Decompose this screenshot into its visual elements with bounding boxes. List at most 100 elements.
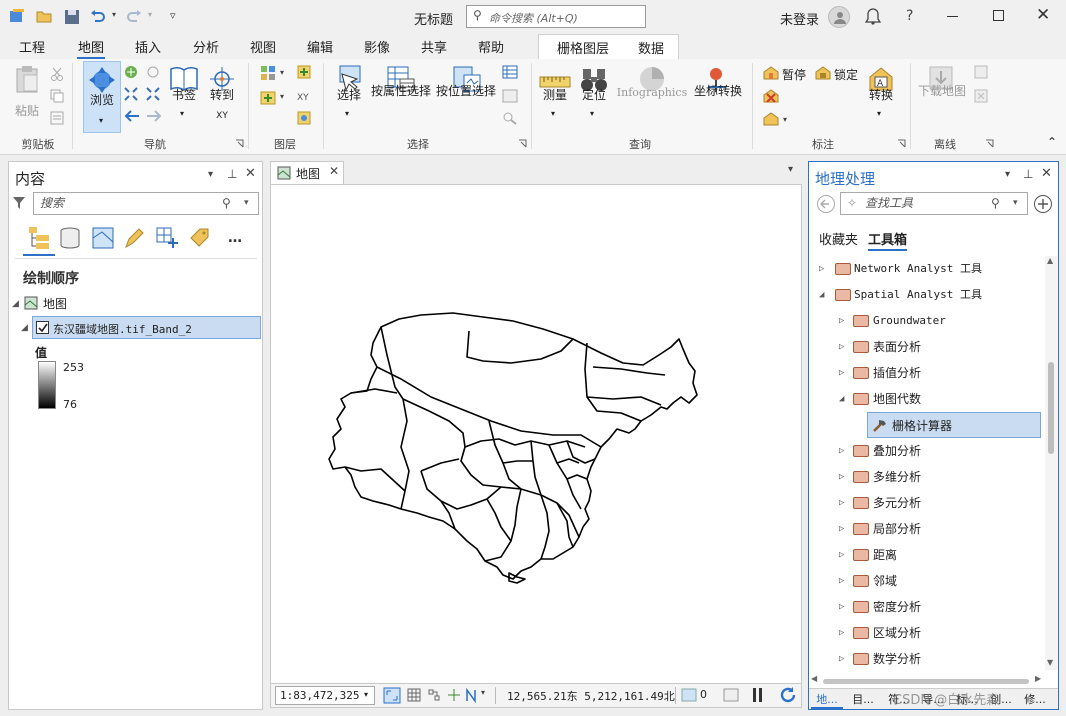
expand-arrow-icon[interactable]: ▷ <box>839 334 844 360</box>
vertical-scrollbar[interactable]: ▲ ▼ <box>1045 256 1057 670</box>
infographics-button[interactable]: Infographics <box>614 63 690 127</box>
pin-icon[interactable]: ⊥ <box>227 167 237 181</box>
selected-features-icon[interactable] <box>681 688 697 702</box>
tab-project[interactable]: 工程 <box>18 37 46 59</box>
snapping-icon[interactable] <box>427 688 441 702</box>
collapse-arrow-icon[interactable]: ◢ <box>819 282 824 308</box>
tree-item[interactable]: ◢ 地图代数 <box>809 386 1045 412</box>
tree-item[interactable]: ▷ 局部分析 <box>809 516 1045 542</box>
collapse-arrow-icon[interactable]: ◢ <box>12 299 19 309</box>
measure-button[interactable]: 测量 ▾ <box>536 63 574 127</box>
scrollbar-thumb[interactable] <box>1048 362 1054 454</box>
tab-insert[interactable]: 插入 <box>134 37 162 59</box>
list-by-drawing-order-tab[interactable] <box>23 224 55 256</box>
tree-item[interactable]: ▷ Groundwater <box>809 308 1045 334</box>
tree-item[interactable]: ▷ 叠加分析 <box>809 438 1045 464</box>
dialog-launcher-icon[interactable] <box>985 139 994 148</box>
unplaced-labels-icon[interactable] <box>762 89 780 103</box>
previous-extent-icon[interactable] <box>124 109 140 123</box>
command-search-box[interactable]: ⚲ 命令搜索 (Alt+Q) <box>466 5 646 28</box>
remove-offline-icon[interactable] <box>974 89 988 103</box>
avatar[interactable] <box>828 6 850 28</box>
filter-icon[interactable] <box>12 196 26 210</box>
tab-favorites[interactable]: 收藏夹 <box>819 229 858 248</box>
tab-share[interactable]: 共享 <box>420 37 448 59</box>
more-options-icon[interactable]: … <box>228 230 242 246</box>
map-name[interactable]: 地图 <box>43 295 67 312</box>
convert-coordinates-button[interactable]: 坐标转换 <box>692 63 744 127</box>
chevron-down-icon[interactable]: ▾ <box>481 688 485 697</box>
map-canvas[interactable] <box>270 184 802 684</box>
goto-xy-button[interactable]: 转到 XY <box>204 63 240 125</box>
scroll-up-icon[interactable]: ▲ <box>1047 256 1053 265</box>
collapse-arrow-icon[interactable]: ◢ <box>839 386 844 412</box>
redo-icon[interactable] <box>126 9 142 23</box>
h-scrollbar-thumb[interactable] <box>823 679 1029 684</box>
expand-arrow-icon[interactable]: ▷ <box>839 464 844 490</box>
select-button[interactable]: 选择 ▾ <box>330 63 368 127</box>
map-view-tab[interactable]: 地图 ✕ <box>270 161 344 184</box>
bookmark-button[interactable]: 书签 ▾ <box>166 63 202 125</box>
tree-item[interactable]: ▷ 多维分析 <box>809 464 1045 490</box>
chevron-down-icon[interactable]: ▾ <box>280 92 284 101</box>
lock-labeling-label[interactable]: 锁定 <box>834 66 858 83</box>
next-extent-icon[interactable] <box>146 109 162 123</box>
fixed-zoom-out-icon[interactable] <box>146 87 160 101</box>
zoom-to-selection-icon[interactable] <box>502 111 518 125</box>
copy-path-icon[interactable] <box>50 111 64 125</box>
tab-help[interactable]: 帮助 <box>477 37 505 59</box>
pane-options-icon[interactable]: ▾ <box>1005 169 1010 180</box>
north-arrow-icon[interactable] <box>465 687 479 703</box>
tab-map[interactable]: 地图 <box>77 37 105 59</box>
contents-search-input[interactable]: 搜索 ⚲ ▾ <box>33 192 259 215</box>
fixed-scale-icon[interactable] <box>383 687 401 704</box>
clear-selection-icon[interactable] <box>502 89 518 103</box>
expand-arrow-icon[interactable]: ▷ <box>819 256 824 282</box>
list-by-source-icon[interactable] <box>59 226 81 250</box>
expand-arrow-icon[interactable]: ▷ <box>839 568 844 594</box>
close-icon[interactable]: ✕ <box>1041 166 1052 181</box>
dock-tab-geoprocessing[interactable]: 地... <box>811 691 843 709</box>
undo-icon[interactable] <box>90 9 106 23</box>
pause-labeling-icon[interactable] <box>762 66 780 80</box>
select-by-attributes-button[interactable]: 按属性选择 <box>370 63 432 127</box>
add-preset-icon[interactable] <box>297 65 311 79</box>
add-data-icon[interactable] <box>260 89 276 105</box>
minimize-icon[interactable] <box>947 16 958 17</box>
constraints-icon[interactable] <box>447 688 461 702</box>
tab-view[interactable]: 视图 <box>249 37 277 59</box>
locate-button[interactable]: 定位 ▾ <box>576 63 612 127</box>
close-tab-icon[interactable]: ✕ <box>329 164 339 178</box>
dialog-launcher-icon[interactable] <box>235 139 244 148</box>
expand-arrow-icon[interactable]: ▷ <box>839 516 844 542</box>
expand-arrow-icon[interactable]: ▷ <box>839 594 844 620</box>
paste-button[interactable]: 粘贴 <box>10 63 44 121</box>
help-button[interactable]: ? <box>906 8 913 24</box>
grid-icon[interactable] <box>407 688 421 702</box>
chevron-down-icon[interactable]: ▾ <box>783 115 787 124</box>
lock-labeling-icon[interactable] <box>814 66 832 80</box>
zoom-to-layer-icon[interactable] <box>146 65 160 79</box>
basemap-icon[interactable] <box>260 65 276 81</box>
download-map-button[interactable]: 下载地图 <box>914 63 970 127</box>
pause-drawing-icon[interactable] <box>753 688 756 702</box>
scale-selector[interactable]: 1:83,472,325 ▾ <box>275 686 375 705</box>
scroll-left-icon[interactable]: ◀ <box>811 674 817 683</box>
expand-arrow-icon[interactable]: ▷ <box>839 620 844 646</box>
list-by-snapping-icon[interactable] <box>155 226 179 250</box>
layer-row-selected[interactable]: 东汉疆域地图.tif_Band_2 <box>32 316 261 339</box>
add-xy-icon[interactable]: XY <box>297 89 313 103</box>
back-arrow-icon[interactable] <box>816 194 836 214</box>
collapse-arrow-icon[interactable]: ◢ <box>21 323 28 333</box>
open-project-icon[interactable] <box>36 9 52 23</box>
add-graphics-layer-icon[interactable] <box>297 111 311 125</box>
tree-item[interactable]: ▷ 数学分析 <box>809 646 1045 672</box>
refresh-icon[interactable] <box>779 686 797 704</box>
horizontal-scrollbar[interactable]: ◀ ▶ <box>811 674 1043 686</box>
expand-arrow-icon[interactable]: ▷ <box>839 438 844 464</box>
cut-icon[interactable] <box>50 67 64 81</box>
pane-options-icon[interactable]: ▾ <box>208 169 213 180</box>
expand-arrow-icon[interactable]: ▷ <box>839 490 844 516</box>
tab-list-dropdown-icon[interactable]: ▾ <box>788 164 793 175</box>
expand-arrow-icon[interactable]: ▷ <box>839 542 844 568</box>
